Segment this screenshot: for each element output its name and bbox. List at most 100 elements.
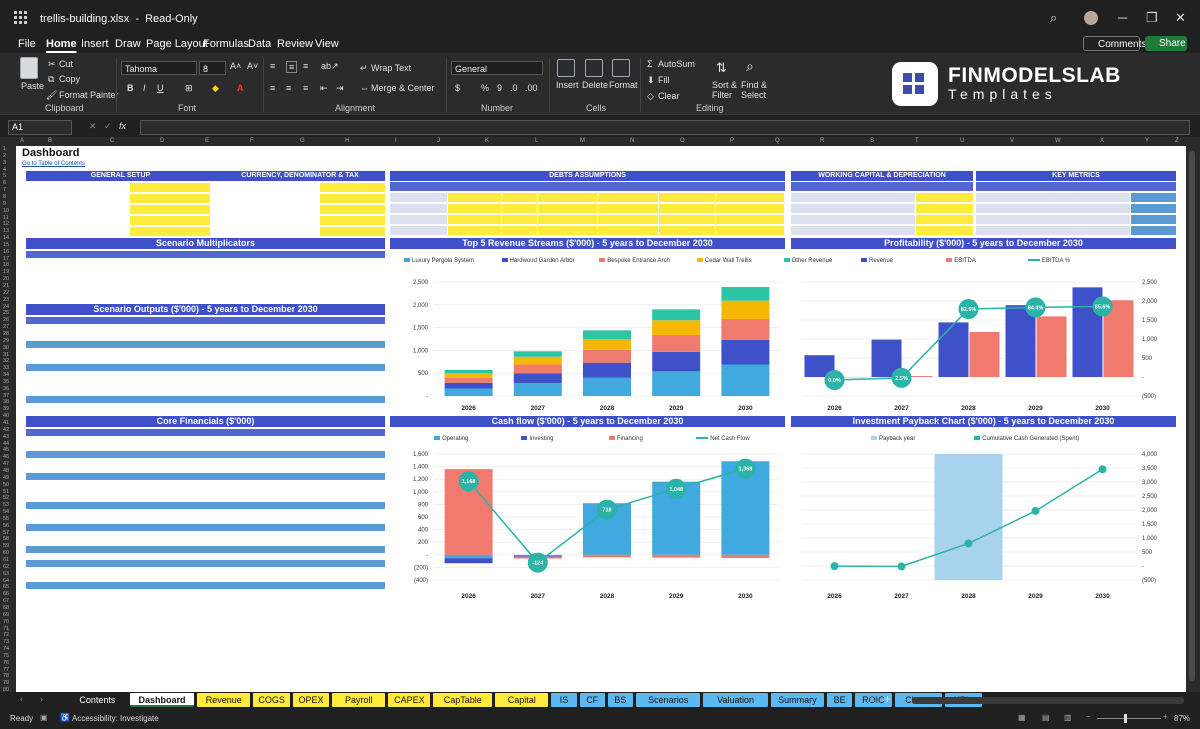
font-color-icon[interactable]: A — [237, 83, 244, 93]
page-break-icon[interactable]: ▥ — [1064, 713, 1072, 722]
sort-filter-button[interactable]: Sort & Filter — [712, 80, 740, 100]
autosum-button[interactable]: AutoSum — [658, 59, 695, 69]
zoom-level[interactable]: 87% — [1174, 714, 1190, 723]
sheet-tab[interactable]: Contents — [68, 693, 127, 707]
sheet-tab[interactable]: IS — [551, 693, 577, 707]
indent-decrease-icon[interactable]: ⇤ — [320, 83, 328, 94]
menu-draw[interactable]: Draw — [115, 38, 141, 50]
font-name-select[interactable]: Tahoma — [121, 61, 197, 75]
zoom-in-icon[interactable]: + — [1163, 712, 1168, 721]
comments-button[interactable]: Comments — [1083, 36, 1146, 51]
sheet-tab[interactable]: BS — [607, 693, 633, 707]
accessibility-status[interactable]: Accessibility: Investigate — [72, 714, 159, 723]
zoom-slider-thumb[interactable] — [1124, 714, 1127, 723]
tabs-more-icon[interactable]: … — [866, 694, 875, 704]
accessibility-icon[interactable]: ♿ — [60, 713, 70, 722]
toc-link[interactable]: Go to Table of Contents — [22, 161, 85, 167]
tab-scroll-right-icon[interactable]: › — [40, 694, 43, 704]
tab-scroll-left-icon[interactable]: ‹ — [20, 694, 23, 704]
fill-button[interactable]: Fill — [658, 75, 670, 85]
cut-button[interactable]: Cut — [59, 59, 73, 69]
minimize-icon[interactable]: ─ — [1118, 10, 1127, 25]
paste-button[interactable]: Paste — [21, 81, 44, 91]
sheet-tab[interactable]: CAPEX — [388, 693, 431, 707]
merge-center-button[interactable]: Merge & Center — [371, 83, 435, 93]
close-icon[interactable]: ✕ — [1175, 10, 1186, 26]
share-button[interactable]: Share — [1145, 36, 1187, 51]
cut-icon[interactable]: ✂ — [48, 59, 56, 70]
formula-input[interactable] — [140, 120, 1190, 135]
menu-review[interactable]: Review — [277, 38, 313, 50]
sheet-tab[interactable]: Revenue — [197, 693, 251, 707]
sheet-tab[interactable]: CapTable — [433, 693, 493, 707]
comma-icon[interactable]: 9 — [497, 83, 502, 93]
delete-button[interactable]: Delete — [582, 80, 608, 90]
accounting-icon[interactable]: $ — [455, 83, 460, 93]
autosum-icon[interactable]: Σ — [647, 59, 653, 69]
sheet-tab[interactable]: Valuation — [703, 693, 768, 707]
sheet-tab[interactable]: BE — [827, 693, 853, 707]
merge-center-icon[interactable]: ⇔ — [360, 83, 369, 93]
menu-insert[interactable]: Insert — [81, 38, 109, 50]
wrap-text-icon[interactable]: ↵ — [360, 63, 368, 74]
excel-grid-icon[interactable] — [14, 11, 27, 24]
number-format-select[interactable]: General — [451, 61, 543, 75]
horizontal-scrollbar[interactable] — [912, 697, 1184, 704]
percent-icon[interactable]: % — [481, 83, 489, 93]
format-button[interactable]: Format — [609, 80, 638, 90]
italic-button[interactable]: I — [143, 83, 146, 93]
sort-filter-icon[interactable]: ⇅ — [716, 60, 727, 76]
underline-button[interactable]: U — [157, 83, 164, 93]
menu-page-layout[interactable]: Page Layout — [146, 38, 208, 50]
sheet-tab[interactable]: Capital — [495, 693, 549, 707]
fill-color-icon[interactable]: ◆ — [212, 83, 219, 94]
format-painter-icon[interactable]: 🖌 — [46, 90, 57, 101]
insert-button[interactable]: Insert — [556, 80, 579, 90]
sheet-tab[interactable]: Summary — [770, 693, 824, 707]
zoom-out-icon[interactable]: − — [1086, 712, 1091, 721]
normal-view-icon[interactable]: ▦ — [1018, 713, 1026, 722]
name-box[interactable]: A1 — [8, 120, 72, 135]
sheet-tab[interactable]: OPEX — [292, 693, 330, 707]
align-middle-icon[interactable]: ≡ — [286, 61, 298, 73]
search-icon[interactable]: ⌕ — [1050, 10, 1057, 26]
page-layout-icon[interactable]: ▤ — [1042, 713, 1050, 722]
menu-formulas[interactable]: Formulas — [203, 38, 249, 50]
wrap-text-button[interactable]: Wrap Text — [371, 63, 411, 73]
indent-increase-icon[interactable]: ⇥ — [336, 83, 344, 94]
format-painter-button[interactable]: Format Painter — [59, 90, 119, 100]
sheet-tab[interactable]: Payroll — [332, 693, 386, 707]
align-right-icon[interactable]: ≡ — [303, 83, 308, 93]
clear-icon[interactable]: ◇ — [647, 91, 654, 102]
align-top-icon[interactable]: ≡ — [270, 61, 275, 71]
sheet-tab[interactable]: COGS — [253, 693, 290, 707]
avatar[interactable] — [1084, 11, 1098, 25]
orientation-icon[interactable]: ab↗ — [321, 61, 339, 72]
scroll-thumb[interactable] — [1189, 151, 1195, 681]
find-icon[interactable]: ⌕ — [746, 58, 754, 75]
copy-button[interactable]: Copy — [59, 74, 80, 84]
decrease-font-icon[interactable]: A˅ — [247, 61, 258, 71]
bold-button[interactable]: B — [127, 83, 134, 93]
paste-icon[interactable] — [20, 57, 38, 79]
insert-function-button[interactable]: fx — [119, 121, 126, 131]
macro-icon[interactable]: ▣ — [40, 713, 48, 722]
borders-icon[interactable]: ⊞ — [185, 83, 193, 94]
add-sheet-icon[interactable]: + — [884, 692, 891, 706]
clear-button[interactable]: Clear — [658, 91, 680, 101]
menu-data[interactable]: Data — [248, 38, 271, 50]
sheet-tab[interactable]: Dashboard — [129, 693, 195, 707]
align-left-icon[interactable]: ≡ — [270, 83, 275, 93]
tabs-menu-icon[interactable]: ⋮ — [901, 694, 910, 705]
font-size-select[interactable]: 8 — [199, 61, 226, 75]
worksheet[interactable]: Dashboard Go to Table of Contents GENERA… — [16, 146, 1186, 692]
sheet-tab[interactable]: Scenarios — [636, 693, 701, 707]
enter-icon[interactable]: ✓ — [104, 121, 112, 132]
decrease-decimal-icon[interactable]: .00 — [525, 83, 538, 93]
menu-view[interactable]: View — [315, 38, 339, 50]
sheet-tab[interactable]: CF — [579, 693, 605, 707]
insert-cells-icon[interactable] — [557, 59, 575, 77]
delete-cells-icon[interactable] — [585, 59, 603, 77]
increase-decimal-icon[interactable]: .0 — [510, 83, 518, 93]
align-center-icon[interactable]: ≡ — [286, 83, 291, 93]
